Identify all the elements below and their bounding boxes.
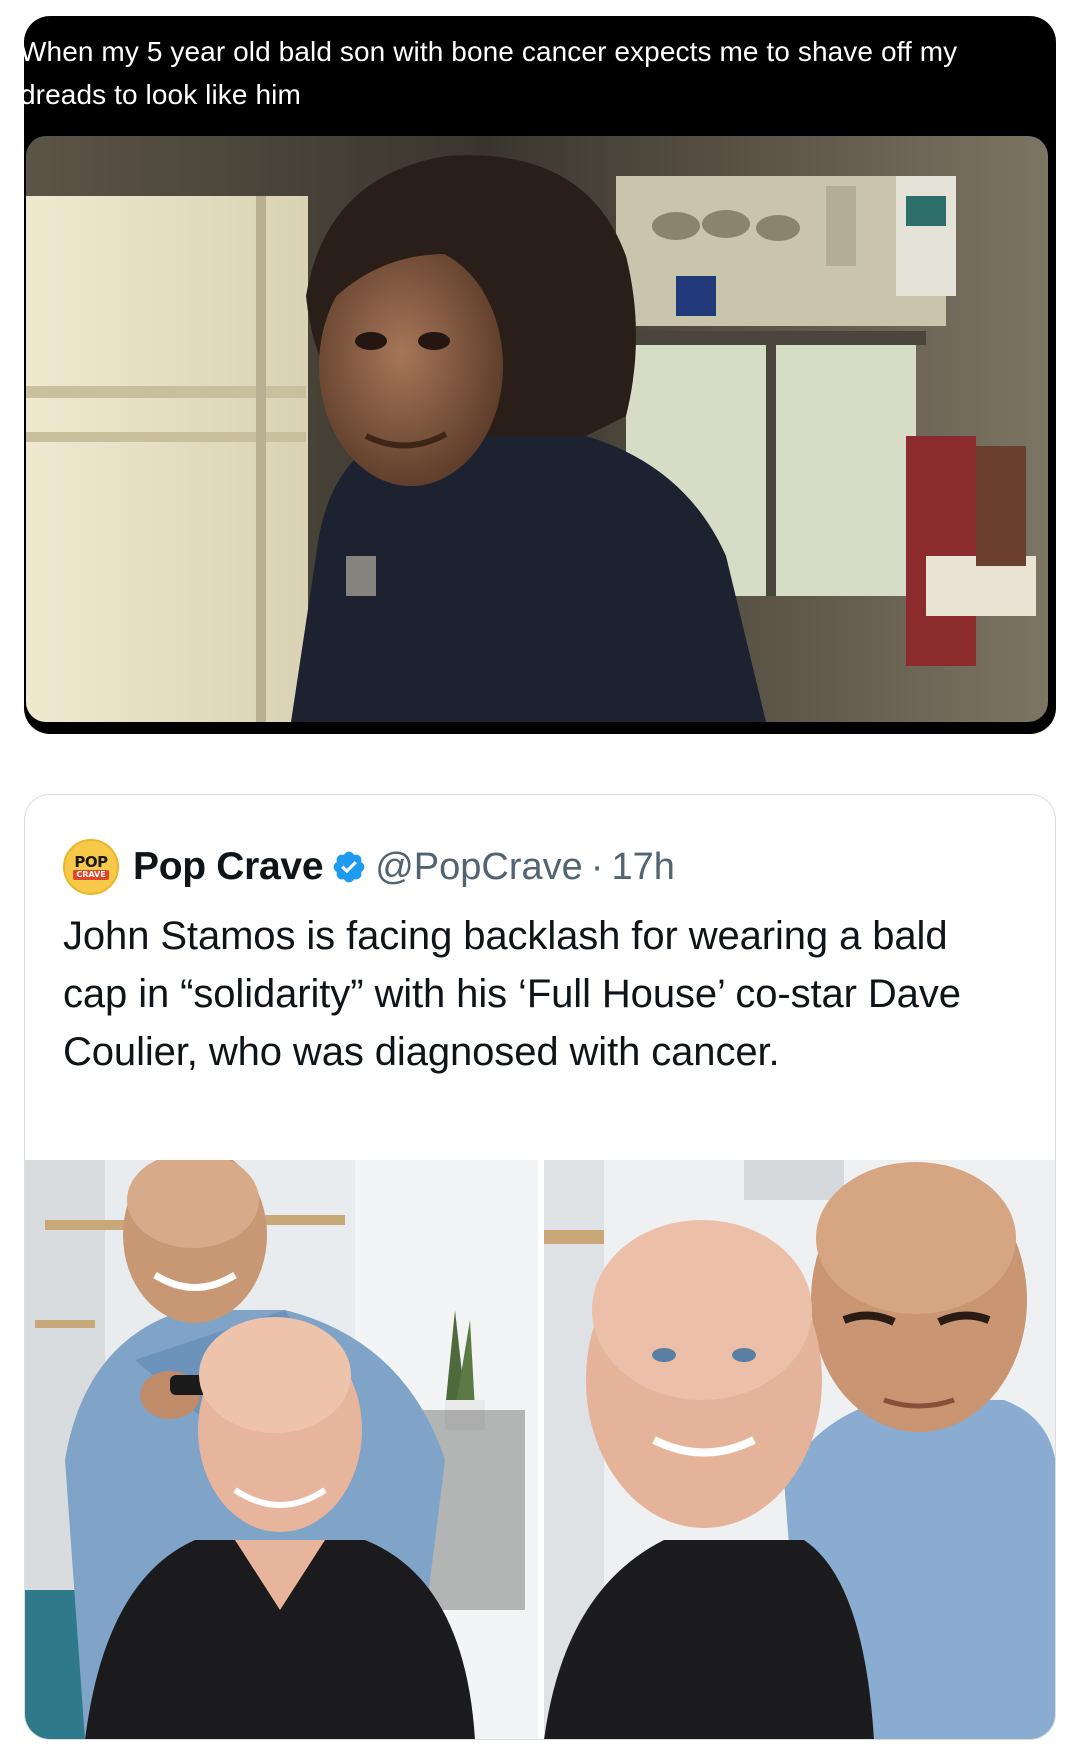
tweet-card[interactable]: POP CRAVE Pop Crave @PopCrave · 17h John… bbox=[24, 794, 1056, 1740]
meme-caption: When my 5 year old bald son with bone ca… bbox=[24, 36, 958, 110]
meme-image[interactable] bbox=[26, 136, 1048, 722]
photo-portrait[interactable] bbox=[544, 1160, 1055, 1739]
verified-badge-icon bbox=[331, 849, 367, 885]
meme-card: When my 5 year old bald son with bone ca… bbox=[24, 16, 1056, 734]
separator-dot: · bbox=[590, 845, 604, 888]
tweet-photos bbox=[25, 1160, 1055, 1739]
tweet-header: POP CRAVE Pop Crave @PopCrave · 17h bbox=[63, 839, 675, 895]
photo-shaving[interactable] bbox=[25, 1160, 538, 1739]
avatar-logo-top: POP bbox=[74, 852, 108, 871]
avatar-logo-bottom: CRAVE bbox=[73, 869, 109, 880]
handle[interactable]: @PopCrave bbox=[375, 846, 583, 889]
tweet-text: John Stamos is facing backlash for weari… bbox=[63, 914, 961, 1074]
avatar[interactable]: POP CRAVE bbox=[63, 839, 119, 895]
display-name[interactable]: Pop Crave bbox=[133, 845, 324, 889]
timestamp[interactable]: 17h bbox=[611, 846, 674, 889]
